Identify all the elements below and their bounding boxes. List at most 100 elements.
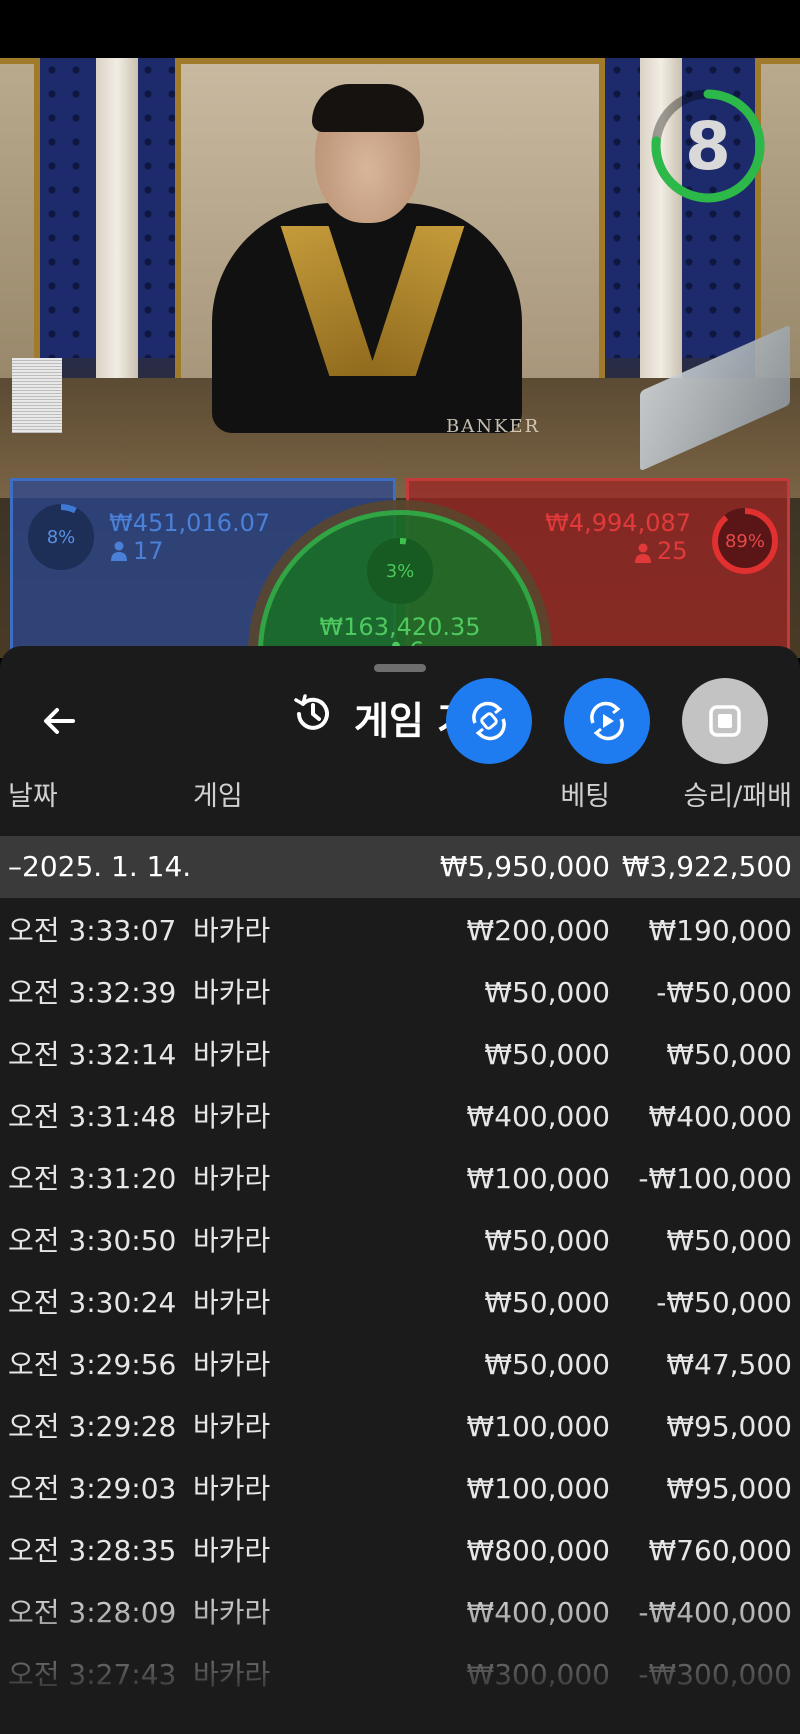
banker-percent: 89% [724, 530, 765, 552]
row-game: 바카라 [193, 1348, 271, 1381]
sheet-drag-handle[interactable] [374, 664, 426, 672]
row-time: 오전 3:28:09 [8, 1596, 177, 1629]
row-result: ₩47,500 [666, 1348, 792, 1381]
row-bet: ₩300,000 [466, 1658, 610, 1691]
swap-view-button[interactable] [446, 678, 532, 764]
row-time: 오전 3:30:50 [8, 1224, 177, 1257]
table-banker-print: BANKER [446, 416, 541, 437]
column-header-bet: 베팅 [560, 781, 610, 812]
history-row[interactable]: 오전 3:28:09 바카라 ₩400,000 -₩400,000 [0, 1582, 800, 1644]
row-game: 바카라 [193, 1162, 271, 1195]
countdown-value: 8 [685, 107, 731, 185]
row-game: 바카라 [193, 914, 271, 947]
row-game: 바카라 [193, 1534, 271, 1567]
banker-amount: ₩4,994,087 [545, 509, 691, 537]
history-row[interactable]: 오전 3:31:20 바카라 ₩100,000 -₩100,000 [0, 1148, 800, 1210]
row-game: 바카라 [193, 1224, 271, 1257]
history-row[interactable]: 오전 3:29:03 바카라 ₩100,000 ₩95,000 [0, 1458, 800, 1520]
back-button[interactable] [34, 696, 84, 746]
banker-count: 25 [657, 537, 688, 565]
row-time: 오전 3:32:39 [8, 976, 177, 1009]
history-row[interactable]: 오전 3:32:39 바카라 ₩50,000 -₩50,000 [0, 962, 800, 1024]
player-amount: ₩451,016.07 [109, 509, 271, 537]
row-result: -₩300,000 [638, 1658, 792, 1691]
row-bet: ₩800,000 [466, 1534, 610, 1567]
game-history-sheet: 게임 기록 날짜 게임 베팅 승리/패배 –2025. 1. 14. ₩5,95… [0, 646, 800, 1734]
row-result: -₩50,000 [656, 1286, 792, 1319]
history-row[interactable]: 오전 3:31:48 바카라 ₩400,000 ₩400,000 [0, 1086, 800, 1148]
row-time: 오전 3:27:43 [8, 1658, 177, 1691]
row-result: ₩400,000 [648, 1100, 792, 1133]
day-bet-total: ₩5,950,000 [439, 850, 610, 883]
row-time: 오전 3:29:28 [8, 1410, 177, 1443]
column-header-game: 게임 [193, 781, 243, 812]
card-stack [12, 358, 62, 433]
row-result: ₩95,000 [666, 1472, 792, 1505]
stop-square-icon [709, 705, 741, 737]
row-time: 오전 3:29:56 [8, 1348, 177, 1381]
column-header-result: 승리/패배 [683, 781, 792, 812]
row-game: 바카라 [193, 1472, 271, 1505]
row-time: 오전 3:32:14 [8, 1038, 177, 1071]
row-result: ₩50,000 [666, 1038, 792, 1071]
row-game: 바카라 [193, 976, 271, 1009]
history-row[interactable]: 오전 3:32:14 바카라 ₩50,000 ₩50,000 [0, 1024, 800, 1086]
row-bet: ₩400,000 [466, 1100, 610, 1133]
column-header-date: 날짜 [8, 781, 58, 812]
row-result: ₩190,000 [648, 914, 792, 947]
row-bet: ₩50,000 [484, 1038, 610, 1071]
row-bet: ₩100,000 [466, 1162, 610, 1195]
row-game: 바카라 [193, 1658, 271, 1691]
history-row[interactable]: 오전 3:30:24 바카라 ₩50,000 -₩50,000 [0, 1272, 800, 1334]
history-list: 오전 3:33:07 바카라 ₩200,000 ₩190,000 오전 3:32… [0, 900, 800, 1734]
replay-button[interactable] [564, 678, 650, 764]
arrow-left-icon [44, 708, 75, 734]
history-row[interactable]: 오전 3:33:07 바카라 ₩200,000 ₩190,000 [0, 900, 800, 962]
player-count: 17 [133, 537, 164, 565]
history-row[interactable]: 오전 3:27:43 바카라 ₩300,000 -₩300,000 [0, 1644, 800, 1706]
row-result: -₩400,000 [638, 1596, 792, 1629]
row-time: 오전 3:31:20 [8, 1162, 177, 1195]
row-bet: ₩100,000 [466, 1472, 610, 1505]
stop-button[interactable] [682, 678, 768, 764]
row-time: 오전 3:28:35 [8, 1534, 177, 1567]
day-label: –2025. 1. 14. [8, 850, 192, 883]
row-time: 오전 3:33:07 [8, 914, 177, 947]
status-bar [0, 0, 800, 58]
row-result: ₩95,000 [666, 1410, 792, 1443]
row-time: 오전 3:31:48 [8, 1100, 177, 1133]
day-summary-row[interactable]: –2025. 1. 14. ₩5,950,000 ₩3,922,500 [0, 836, 800, 898]
row-result: -₩100,000 [638, 1162, 792, 1195]
dealer [212, 203, 522, 433]
history-row[interactable]: 오전 3:29:56 바카라 ₩50,000 ₩47,500 [0, 1334, 800, 1396]
banker-count-icon [635, 543, 651, 567]
tie-amount: ₩163,420.35 [319, 613, 481, 641]
day-result-total: ₩3,922,500 [621, 850, 792, 883]
pillar [96, 58, 138, 388]
history-icon [294, 694, 329, 730]
row-result: -₩50,000 [656, 976, 792, 1009]
history-row[interactable]: 오전 3:28:35 바카라 ₩800,000 ₩760,000 [0, 1520, 800, 1582]
history-row[interactable]: 오전 3:30:50 바카라 ₩50,000 ₩50,000 [0, 1210, 800, 1272]
player-percent: 8% [46, 526, 76, 548]
history-row[interactable]: 오전 3:29:28 바카라 ₩100,000 ₩95,000 [0, 1396, 800, 1458]
row-result: ₩760,000 [648, 1534, 792, 1567]
dealer-hair [312, 84, 424, 132]
row-game: 바카라 [193, 1286, 271, 1319]
row-time: 오전 3:29:03 [8, 1472, 177, 1505]
tie-percent: 3% [385, 560, 415, 582]
row-bet: ₩50,000 [484, 1224, 610, 1257]
rotate-swap-icon [472, 701, 506, 741]
row-result: ₩50,000 [666, 1224, 792, 1257]
row-bet: ₩400,000 [466, 1596, 610, 1629]
row-bet: ₩100,000 [466, 1410, 610, 1443]
player-count-icon [111, 541, 127, 565]
row-game: 바카라 [193, 1100, 271, 1133]
row-bet: ₩50,000 [484, 1348, 610, 1381]
row-game: 바카라 [193, 1038, 271, 1071]
replay-play-icon [590, 701, 624, 741]
row-bet: ₩50,000 [484, 976, 610, 1009]
row-game: 바카라 [193, 1410, 271, 1443]
row-game: 바카라 [193, 1596, 271, 1629]
row-bet: ₩50,000 [484, 1286, 610, 1319]
